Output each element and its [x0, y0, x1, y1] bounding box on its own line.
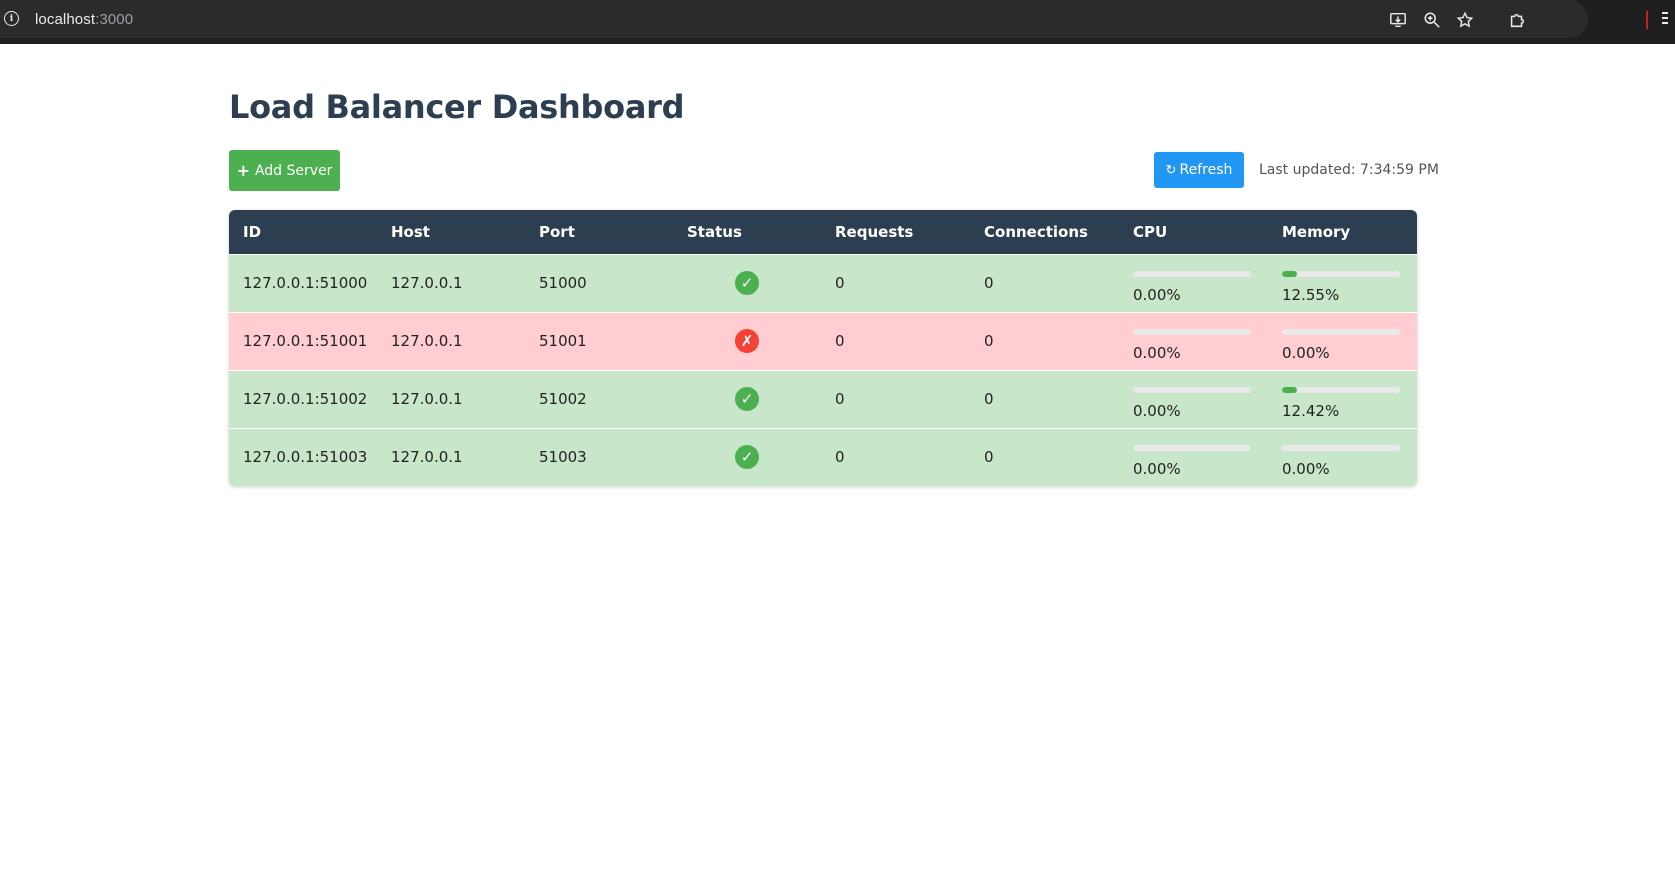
cell-cpu: 0.00%	[1119, 312, 1268, 370]
cell-status: ✗	[673, 312, 821, 370]
cpu-bar	[1133, 270, 1251, 277]
table-row: 127.0.0.1:51003 127.0.0.1 51003 ✓ 0 0 0.…	[229, 428, 1417, 486]
address-bar[interactable]: i localhost:3000	[0, 0, 1588, 38]
cpu-value: 0.00%	[1133, 401, 1181, 420]
cell-memory: 12.55%	[1268, 254, 1417, 312]
cell-status: ✓	[673, 428, 821, 486]
header-status: Status	[687, 222, 742, 241]
table-row: 127.0.0.1:51002 127.0.0.1 51002 ✓ 0 0 0.…	[229, 370, 1417, 428]
cell-host: 127.0.0.1	[391, 274, 463, 292]
cpu-value: 0.00%	[1133, 459, 1181, 478]
profile-divider	[1646, 11, 1648, 29]
browser-toolbar: i localhost:3000	[0, 0, 1675, 44]
url-text[interactable]: localhost:3000	[35, 11, 133, 28]
cell-host: 127.0.0.1	[391, 448, 463, 467]
cpu-bar	[1133, 386, 1251, 393]
cell-requests: 0	[835, 332, 845, 350]
header-requests: Requests	[835, 222, 914, 241]
checkmark-icon: ✓	[735, 271, 759, 295]
zoom-icon[interactable]	[1422, 10, 1442, 30]
memory-bar	[1282, 270, 1400, 277]
servers-table: ID Host Port Status Requests Connections…	[229, 210, 1417, 486]
cell-port: 51003	[539, 448, 587, 467]
cell-connections: 0	[984, 390, 994, 408]
cell-host: 127.0.0.1	[391, 390, 463, 408]
info-icon[interactable]: i	[4, 11, 19, 26]
cell-port: 51002	[539, 390, 587, 408]
header-memory: Memory	[1282, 222, 1351, 241]
cpu-bar	[1133, 444, 1251, 451]
cell-port: 51000	[539, 274, 587, 292]
cell-memory: 0.00%	[1268, 312, 1417, 370]
memory-bar-fill	[1282, 386, 1297, 393]
memory-value: 0.00%	[1282, 343, 1330, 362]
add-server-label: Add Server	[254, 162, 333, 179]
cell-id: 127.0.0.1:51000	[243, 274, 368, 292]
table-header-row: ID Host Port Status Requests Connections…	[229, 210, 1417, 254]
add-server-button[interactable]: + Add Server	[229, 150, 340, 191]
cell-memory: 12.42%	[1268, 370, 1417, 428]
memory-value: 0.00%	[1282, 459, 1330, 478]
header-connections: Connections	[984, 222, 1088, 241]
cell-port: 51001	[539, 332, 587, 350]
install-app-icon[interactable]	[1388, 10, 1408, 30]
cell-status: ✓	[673, 254, 821, 312]
memory-value: 12.55%	[1282, 285, 1340, 304]
header-host: Host	[391, 222, 430, 241]
menu-icon[interactable]	[1662, 12, 1668, 27]
refresh-button[interactable]: ↻ Refresh	[1154, 152, 1244, 188]
cell-requests: 0	[835, 274, 845, 292]
cross-icon: ✗	[735, 329, 759, 353]
refresh-icon: ↻	[1165, 162, 1177, 178]
cell-id: 127.0.0.1:51002	[243, 390, 368, 408]
cell-memory: 0.00%	[1268, 428, 1417, 486]
cell-host: 127.0.0.1	[391, 332, 463, 350]
cell-cpu: 0.00%	[1119, 428, 1268, 486]
checkmark-icon: ✓	[735, 445, 759, 470]
header-port: Port	[539, 222, 575, 241]
memory-value: 12.42%	[1282, 401, 1340, 420]
last-updated-text: Last updated: 7:34:59 PM	[1259, 162, 1439, 178]
memory-bar	[1282, 328, 1400, 335]
header-cpu: CPU	[1133, 222, 1168, 241]
cell-cpu: 0.00%	[1119, 370, 1268, 428]
cell-cpu: 0.00%	[1119, 254, 1268, 312]
memory-bar-fill	[1282, 270, 1297, 277]
cell-id: 127.0.0.1:51001	[243, 332, 368, 350]
memory-bar	[1282, 386, 1400, 393]
star-icon[interactable]	[1455, 10, 1475, 30]
cell-requests: 0	[835, 390, 845, 408]
cell-connections: 0	[984, 332, 994, 350]
table-body: 127.0.0.1:51000 127.0.0.1 51000 ✓ 0 0 0.…	[229, 254, 1417, 486]
cell-requests: 0	[835, 448, 845, 467]
cell-status: ✓	[673, 370, 821, 428]
plus-icon: +	[236, 160, 250, 180]
table-row: 127.0.0.1:51001 127.0.0.1 51001 ✗ 0 0 0.…	[229, 312, 1417, 370]
url-host: localhost	[35, 11, 96, 28]
table-row: 127.0.0.1:51000 127.0.0.1 51000 ✓ 0 0 0.…	[229, 254, 1417, 312]
cpu-bar	[1133, 328, 1251, 335]
refresh-label: Refresh	[1179, 162, 1233, 178]
cell-id: 127.0.0.1:51003	[243, 448, 368, 467]
checkmark-icon: ✓	[735, 387, 759, 411]
memory-bar	[1282, 444, 1400, 451]
header-id: ID	[243, 222, 262, 241]
url-port: :3000	[95, 11, 134, 28]
cell-connections: 0	[984, 448, 994, 467]
page-title: Load Balancer Dashboard	[229, 88, 685, 126]
puzzle-icon[interactable]	[1507, 10, 1527, 30]
cpu-value: 0.00%	[1133, 343, 1181, 362]
servers-table-container: ID Host Port Status Requests Connections…	[229, 210, 1417, 486]
cpu-value: 0.00%	[1133, 285, 1181, 304]
cell-connections: 0	[984, 274, 994, 292]
